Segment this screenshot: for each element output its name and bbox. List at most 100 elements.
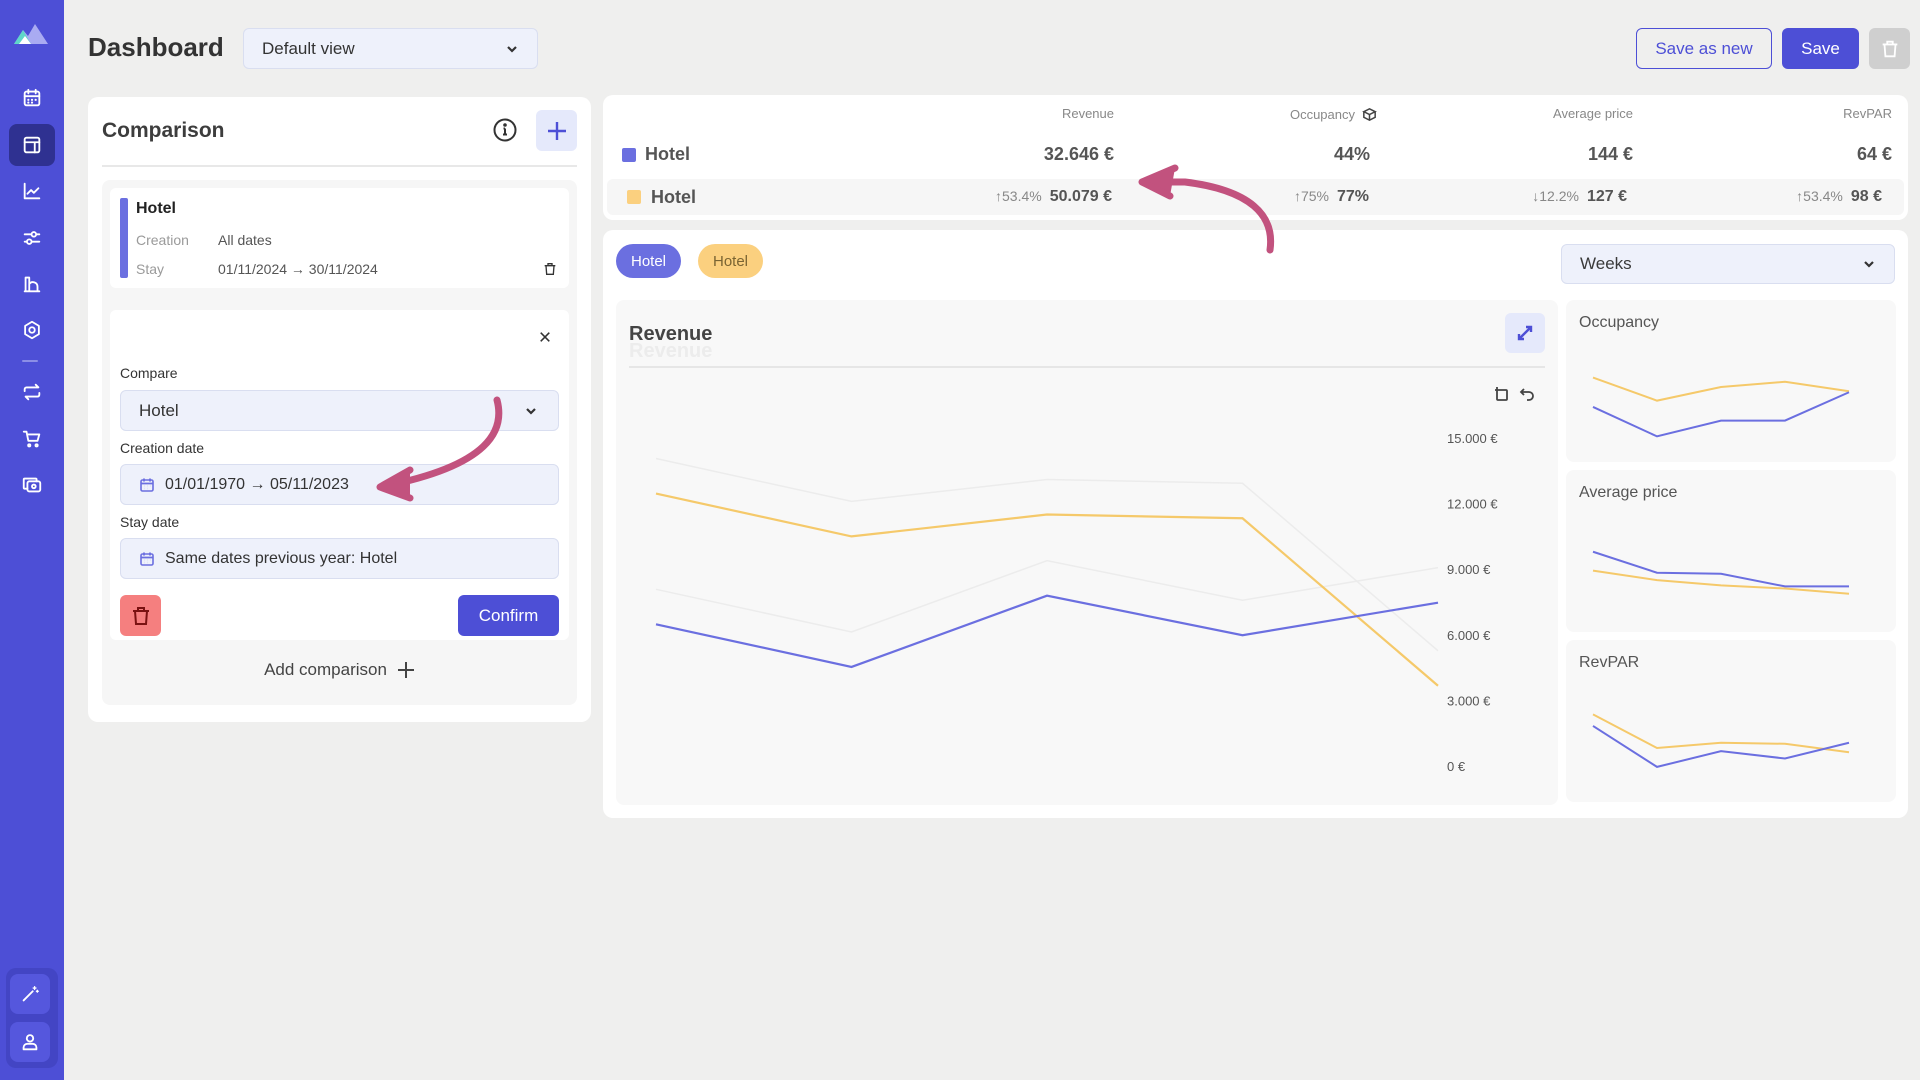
gear-icon (24, 320, 40, 340)
series-swatch (622, 148, 636, 162)
comparison-card-name: Hotel (136, 200, 176, 217)
revenue-delta: ↑53.4% (995, 188, 1042, 204)
row-name: Hotel (651, 187, 696, 207)
user-icon (22, 1034, 38, 1051)
trash-icon (1882, 40, 1897, 57)
mini-series-line (1592, 550, 1849, 588)
header-occupancy: Occupancy (1290, 106, 1378, 123)
sidebar-item-profile[interactable] (10, 1022, 50, 1062)
trash-icon (544, 263, 556, 275)
cart-icon (22, 430, 41, 448)
chart-tools (1492, 385, 1536, 403)
crop-icon (1495, 387, 1508, 401)
occupancy-delta: ↑75% (1293, 188, 1329, 204)
sidebar-item-magic[interactable] (10, 974, 50, 1014)
chart-title: Revenue (629, 323, 713, 345)
sidebar-item-filters[interactable] (9, 217, 55, 259)
zoom-select-button[interactable] (1492, 385, 1510, 403)
chevron-down-icon (526, 407, 536, 415)
delete-view-button[interactable] (1869, 28, 1910, 69)
sidebar-item-calendar[interactable] (9, 77, 55, 119)
confirm-button[interactable]: Confirm (458, 595, 559, 636)
header-revenue: Revenue (1062, 106, 1114, 121)
sidebar-item-pricing[interactable] (9, 263, 55, 305)
creation-value: All dates (218, 232, 272, 248)
undo-icon (1519, 388, 1534, 401)
mini-series-line (1592, 391, 1850, 438)
save-button[interactable]: Save (1782, 28, 1859, 69)
sidebar-item-dashboard[interactable] (9, 124, 55, 166)
trash-icon (132, 606, 149, 625)
plus-icon (547, 121, 566, 140)
series-line[interactable] (655, 492, 1439, 687)
divider (102, 165, 577, 167)
plus-icon (397, 662, 414, 678)
chevron-down-icon (507, 45, 517, 53)
series-toggle-hotel[interactable]: Hotel (616, 244, 682, 278)
chevron-down-icon (1864, 261, 1874, 268)
y-tick-label: 15.000 € (1447, 431, 1498, 446)
average-price-value: 144 € (1587, 144, 1633, 164)
info-button[interactable] (492, 117, 518, 143)
stay-date-field[interactable]: Same dates previous year: Hotel (120, 538, 559, 579)
creation-date-value: 01/01/1970 → 05/11/2023 (165, 475, 349, 493)
add-comparison-icon-button[interactable] (536, 110, 577, 151)
series-line[interactable] (655, 594, 1439, 669)
series-swatch (627, 190, 641, 204)
comparison-card[interactable]: Hotel Creation All dates Stay 01/11/2024… (110, 188, 569, 288)
average-price-mini-chart[interactable]: Average price (1566, 470, 1896, 632)
sidebar-item-payments[interactable] (9, 464, 55, 506)
delete-comparison-button[interactable] (542, 261, 560, 279)
compare-label: Compare (120, 365, 178, 381)
granularity-value: Weeks (1580, 254, 1632, 273)
sidebar-item-analytics[interactable] (9, 170, 55, 212)
add-comparison-button[interactable]: Add comparison (102, 660, 577, 680)
header-average-price-label: Average price (1553, 106, 1633, 121)
sidebar-item-shop[interactable] (9, 418, 55, 460)
revenue-value: 32.646 € (1043, 144, 1114, 164)
revenue-chart: 15.000 € 12.000 € 9.000 € 6.000 € 3.000 € 0 €… (616, 300, 1558, 805)
close-form-button[interactable] (533, 325, 557, 349)
view-select[interactable]: Default view (243, 28, 538, 69)
comparison-title: Comparison (102, 119, 225, 142)
stay-value: 01/11/2024 → 30/11/2024 (218, 261, 378, 277)
granularity-select[interactable]: Weeks (1561, 244, 1895, 284)
revpar-mini-canvas (1592, 713, 1850, 768)
header-revenue-label: Revenue (1061, 106, 1114, 121)
close-icon (540, 332, 550, 342)
series-toggle-hotel-comparison[interactable]: Hotel (698, 244, 764, 278)
divider (629, 366, 1545, 368)
delete-form-button[interactable] (120, 595, 161, 636)
sidebar-item-settings[interactable] (9, 309, 55, 351)
save-as-new-button[interactable]: Save as new (1636, 28, 1772, 69)
header-occupancy-label: Occupancy (1289, 107, 1355, 122)
revpar-delta: ↑53.4% (1796, 188, 1843, 204)
revpar-mini-chart[interactable]: RevPAR (1566, 640, 1896, 802)
creation-date-field[interactable]: 01/01/1970 → 05/11/2023 (120, 464, 559, 505)
info-icon (493, 118, 517, 142)
compare-select[interactable]: Hotel (120, 390, 559, 431)
y-tick-label: 12.000 € (1447, 497, 1498, 512)
mini-series-line (1592, 713, 1850, 754)
layout-icon (23, 136, 41, 154)
average-price-mini-canvas (1592, 550, 1850, 595)
add-comparison-label: Add comparison (264, 660, 387, 679)
expand-icon (1517, 325, 1533, 341)
money-icon (22, 477, 42, 493)
metrics-row: Hotel ↑53.4% 50.079 € ↑75% 77% ↓12.2% 127 €… (607, 179, 1904, 215)
expand-chart-button[interactable] (1505, 313, 1545, 353)
sidebar-item-sync[interactable] (9, 371, 55, 413)
sidebar-bottom-group (6, 968, 58, 1068)
mountain-logo[interactable] (14, 22, 48, 44)
mini-series-line (1592, 376, 1850, 402)
occupancy-mini-chart[interactable]: Occupancy (1566, 300, 1896, 462)
comparison-form: Compare Hotel Creation date 01/01/1970 →… (110, 310, 569, 640)
reset-zoom-button[interactable] (1518, 385, 1536, 403)
box-icon[interactable] (1361, 106, 1378, 123)
revpar-cell: ↑53.4% 98 € (1796, 188, 1882, 206)
creation-label: Creation (136, 232, 189, 248)
creation-date-label: Creation date (120, 440, 205, 456)
occupancy-value: 44% (1333, 144, 1370, 164)
occupancy-cell: ↑75% 77% (1294, 188, 1369, 206)
row-name: Hotel (645, 144, 690, 164)
